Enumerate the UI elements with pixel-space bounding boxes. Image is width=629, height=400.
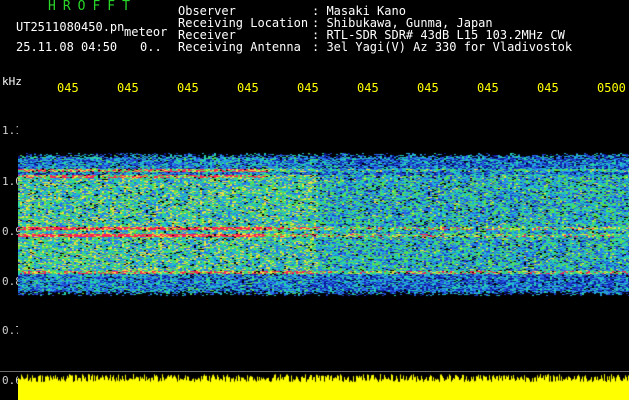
time-tick: 045	[57, 81, 79, 95]
datetime: 25.11.08 04:50	[16, 40, 118, 54]
khz-unit-label: kHz	[2, 75, 22, 88]
filename: UT2511080450.pn	[16, 20, 125, 34]
time-tick: 045	[417, 81, 439, 95]
time-tick: 045	[297, 81, 319, 95]
time-tick: 045	[537, 81, 559, 95]
time-tick: 0500	[597, 81, 626, 95]
time-tick: 045	[117, 81, 139, 95]
time-tick: 045	[357, 81, 379, 95]
time-tick: 045	[177, 81, 199, 95]
antenna-label: Receiving Antenna	[178, 40, 301, 54]
signal-level-waveform	[18, 372, 629, 400]
time-tick: 045	[477, 81, 499, 95]
meteor-label: meteor	[124, 25, 168, 39]
antenna-value: : 3el Yagi(V) Az 330 for Vladivostok	[312, 40, 573, 54]
spectrogram	[18, 100, 629, 370]
time-tick: 045	[237, 81, 259, 95]
app-title: HROFFT	[48, 0, 137, 14]
meteor-count: 0..	[140, 40, 162, 54]
